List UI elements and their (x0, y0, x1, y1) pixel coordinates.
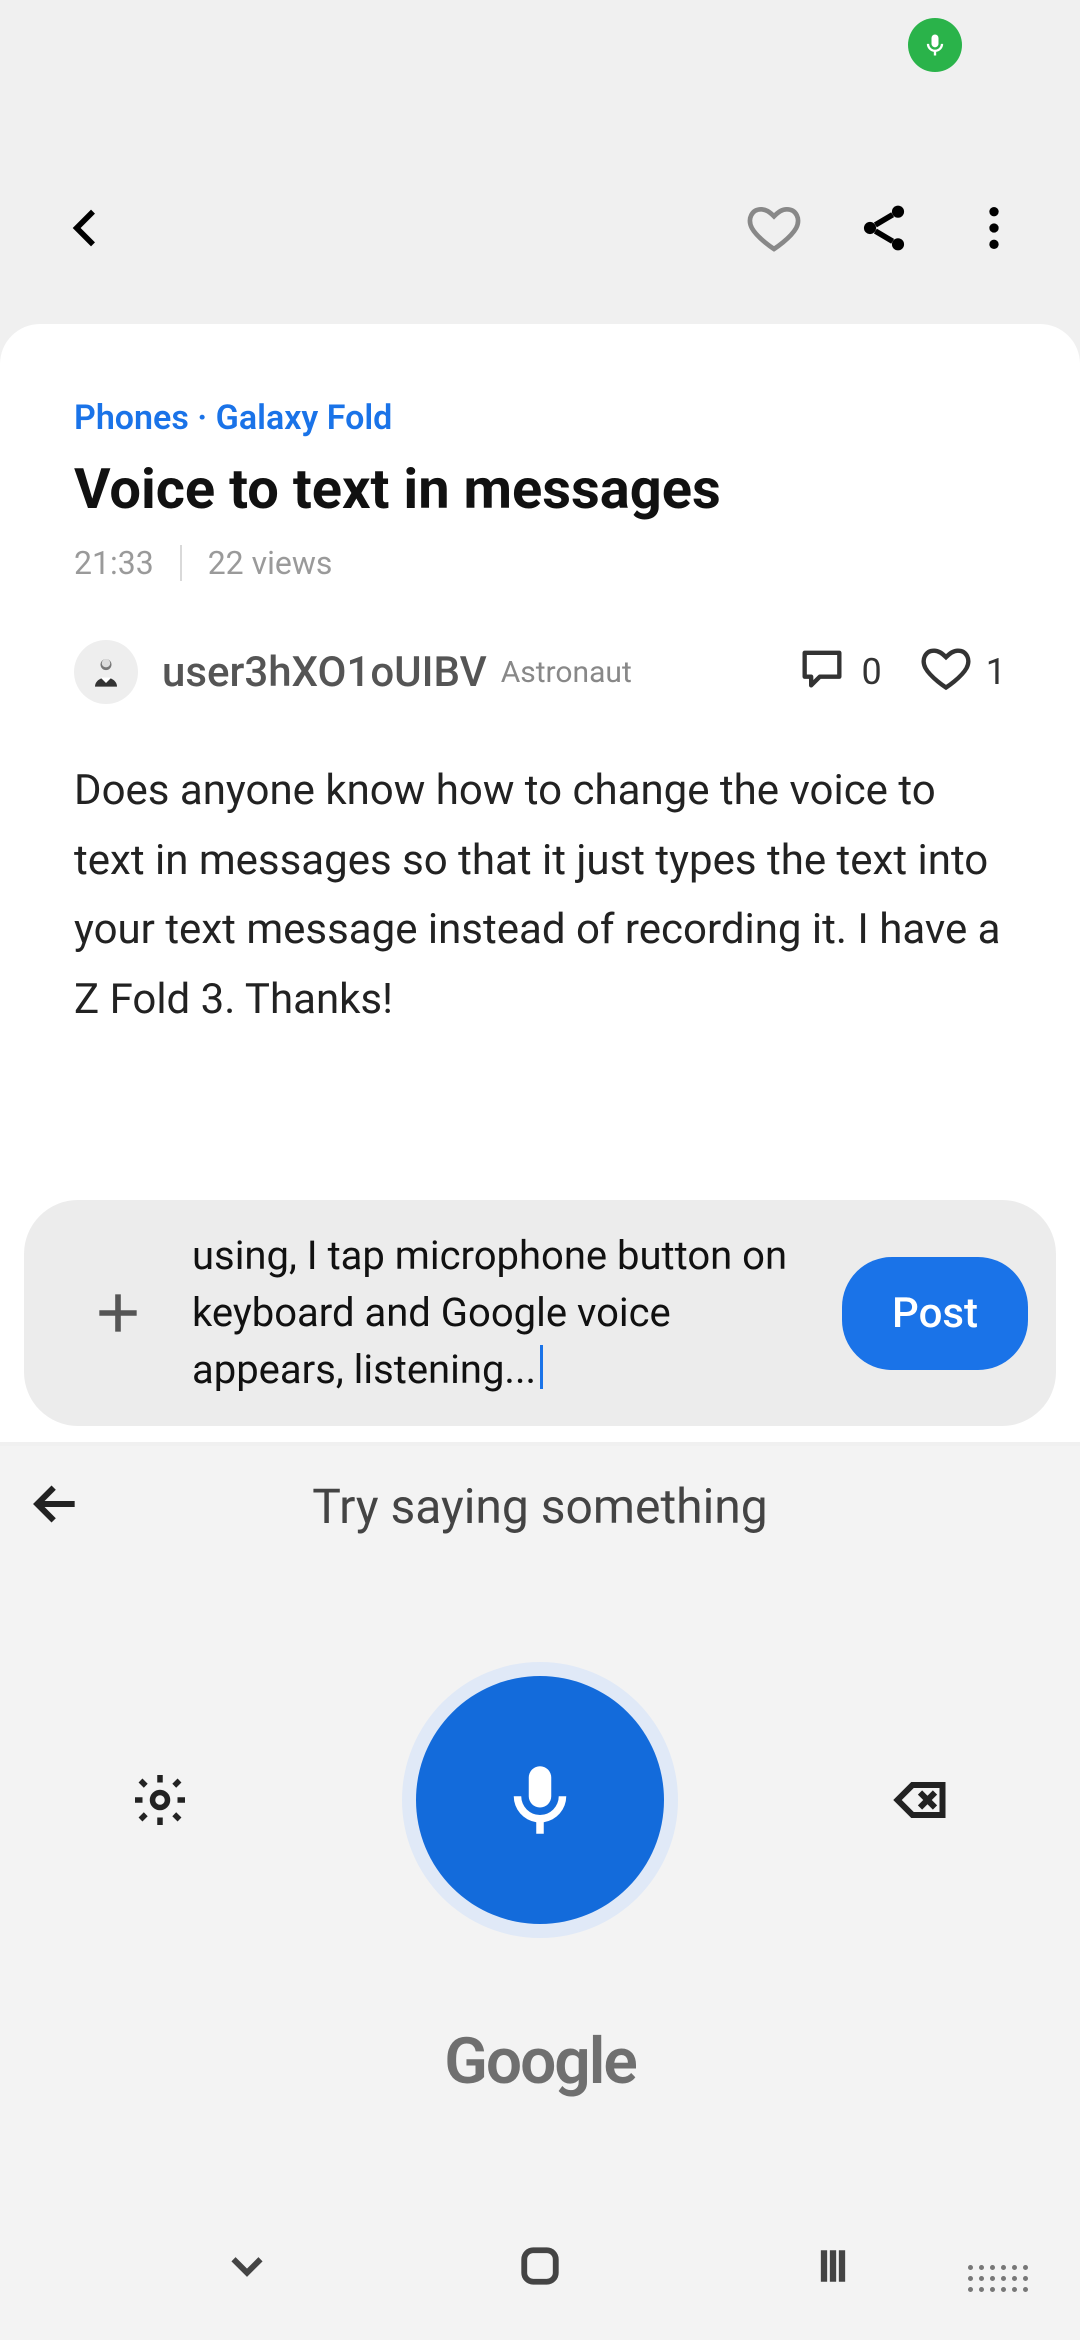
nav-home[interactable] (495, 2236, 585, 2296)
post-card: Phones · Galaxy Fold Voice to text in me… (0, 324, 1080, 1184)
nav-recents[interactable] (788, 2236, 878, 2296)
voice-backspace-button[interactable] (880, 1760, 960, 1840)
like-icon[interactable] (920, 642, 972, 703)
post-button[interactable]: Post (842, 1257, 1028, 1370)
breadcrumb-sep: · (197, 398, 207, 438)
google-logo: Google (0, 2024, 1080, 2099)
status-mic-indicator (908, 18, 962, 72)
voice-back-button[interactable] (28, 1476, 84, 1536)
post-body: Does anyone know how to change the voice… (74, 756, 1006, 1035)
breadcrumb-cat[interactable]: Phones (74, 398, 189, 438)
breadcrumb-sub[interactable]: Galaxy Fold (216, 398, 393, 438)
reply-text[interactable]: using, I tap microphone button on keyboa… (192, 1228, 842, 1398)
share-button[interactable] (856, 200, 912, 256)
voice-settings-button[interactable] (120, 1760, 200, 1840)
post-meta: 21:33 22 views (74, 544, 1006, 582)
reply-input-box[interactable]: using, I tap microphone button on keyboa… (24, 1200, 1056, 1426)
author-row: user3hXO1oUIBV Astronaut 0 1 (74, 640, 1006, 704)
appbar (0, 158, 1080, 298)
keyboard-switch-button[interactable] (968, 2265, 1028, 2292)
like-count: 1 (986, 651, 1006, 693)
author-rank: Astronaut (501, 655, 632, 690)
text-cursor (540, 1345, 543, 1389)
voice-mic-button[interactable] (416, 1676, 664, 1924)
more-menu-button[interactable] (966, 200, 1022, 256)
back-button[interactable] (58, 200, 114, 256)
attach-button[interactable] (88, 1283, 148, 1343)
comment-icon[interactable] (796, 642, 848, 703)
post-time: 21:33 (74, 544, 154, 582)
author-username[interactable]: user3hXO1oUIBV (162, 648, 487, 697)
breadcrumb[interactable]: Phones · Galaxy Fold (74, 398, 1006, 438)
comment-count: 0 (862, 651, 882, 693)
reply-text-content: using, I tap microphone button on keyboa… (192, 1232, 787, 1393)
post-views: 22 views (208, 544, 333, 582)
avatar[interactable] (74, 640, 138, 704)
voice-prompt: Try saying something (312, 1478, 767, 1535)
voice-input-panel: Try saying something Google (0, 1446, 1080, 2340)
meta-divider (180, 545, 182, 581)
post-title: Voice to text in messages (74, 456, 1006, 522)
nav-row (0, 2236, 1080, 2296)
like-heart-button[interactable] (746, 200, 802, 256)
nav-dropdown[interactable] (202, 2236, 292, 2296)
reply-bar: using, I tap microphone button on keyboa… (0, 1184, 1080, 1442)
